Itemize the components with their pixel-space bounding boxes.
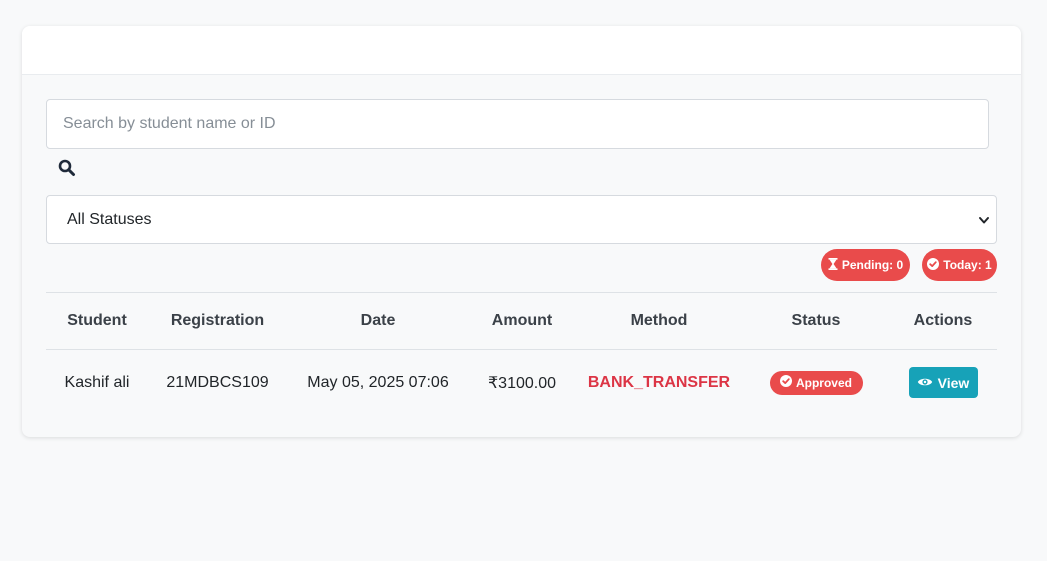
payments-card: All Statuses Pending: 0 Today: 1: [22, 26, 1021, 437]
table-header-row: Student Registration Date Amount Method …: [46, 292, 997, 350]
today-count-label: Today: 1: [943, 258, 992, 272]
table-row: Kashif ali 21MDBCS109 May 05, 2025 07:06…: [46, 350, 997, 416]
column-header-registration[interactable]: Registration: [148, 292, 287, 350]
cell-actions: View: [889, 350, 997, 416]
status-filter-value: All Statuses: [67, 210, 152, 228]
payments-table: Student Registration Date Amount Method …: [46, 292, 997, 416]
cell-status: Approved: [743, 350, 889, 416]
check-circle-icon: [927, 257, 940, 273]
search-input[interactable]: [46, 99, 989, 149]
column-header-amount[interactable]: Amount: [469, 292, 575, 350]
cell-amount: ₹3100.00: [487, 374, 556, 392]
cell-method: BANK_TRANSFER: [575, 350, 743, 416]
column-header-student[interactable]: Student: [46, 292, 148, 350]
today-count-badge: Today: 1: [922, 249, 997, 281]
cell-student: Kashif ali: [64, 373, 130, 391]
column-header-method[interactable]: Method: [575, 292, 743, 350]
pending-count-label: Pending: 0: [841, 258, 904, 272]
search-icon[interactable]: [58, 159, 76, 177]
check-circle-icon: [779, 375, 792, 390]
card-header: [22, 26, 1021, 75]
chevron-down-icon: [978, 213, 990, 225]
pending-count-badge: Pending: 0: [821, 249, 910, 281]
eye-icon: [917, 375, 933, 391]
cell-date: May 05, 2025 07:06: [307, 373, 449, 391]
view-button-label: View: [937, 374, 970, 391]
cell-registration: 21MDBCS109: [166, 373, 269, 391]
hourglass-icon: [828, 257, 838, 273]
column-header-status[interactable]: Status: [743, 292, 889, 350]
status-badge-label: Approved: [795, 375, 852, 390]
status-badge: Approved: [769, 370, 863, 395]
column-header-date[interactable]: Date: [287, 292, 469, 350]
status-filter-select[interactable]: All Statuses: [46, 195, 997, 244]
column-header-actions: Actions: [889, 292, 997, 350]
payment-method-text: BANK_TRANSFER: [587, 373, 731, 391]
view-button[interactable]: View: [908, 367, 978, 399]
